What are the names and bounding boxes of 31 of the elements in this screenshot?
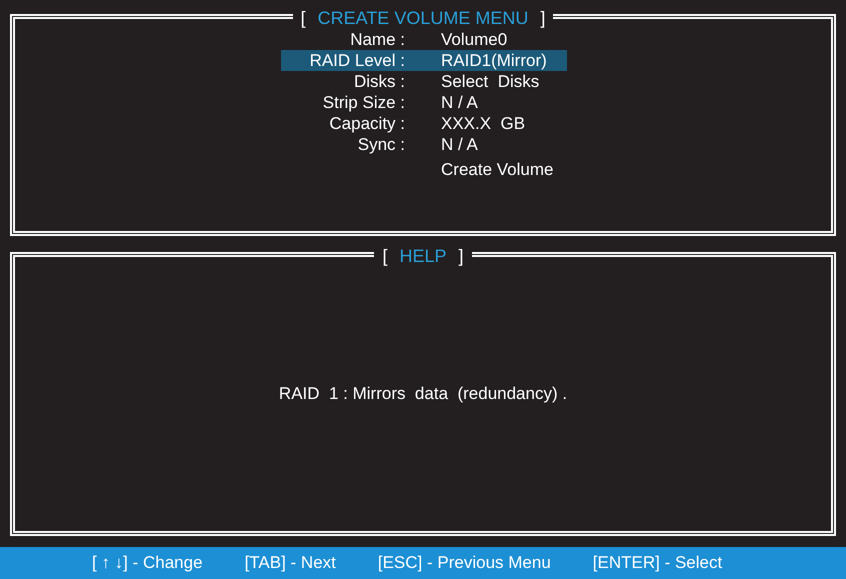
field-value: RAID1(Mirror) [441, 50, 547, 71]
field-value: Select Disks [441, 71, 540, 92]
field-label: Disks : [353, 71, 405, 92]
key-hint: [ ↑ ↓] - Change [92, 552, 203, 574]
field-label: Capacity : [328, 113, 405, 134]
help-text: RAID 1 : Mirrors data (redundancy) . [278, 383, 568, 406]
menu-row[interactable]: Disks : Select Disks [281, 71, 567, 92]
field-value: Create Volume [441, 159, 554, 180]
key-hint: [ENTER] - Select [592, 552, 722, 574]
bracket: [ [382, 245, 388, 267]
field-label: Strip Size : [322, 92, 405, 113]
bracket: [ [300, 7, 306, 29]
title-text: CREATE VOLUME MENU [318, 7, 528, 29]
menu-row[interactable]: Name : Volume0 [281, 29, 567, 50]
field-label: Sync : [356, 134, 405, 155]
title-text: HELP [399, 245, 447, 267]
menu-row[interactable]: Sync : N / A [281, 134, 567, 155]
field-value: N / A [441, 134, 478, 155]
key-hint: [TAB] - Next [244, 552, 336, 574]
key-hint: [ESC] - Previous Menu [378, 552, 551, 574]
menu-row[interactable]: Capacity : XXX.X GB [281, 113, 567, 134]
field-value: Volume0 [441, 29, 508, 50]
field-label: Name : [349, 29, 405, 50]
field-value: XXX.X GB [441, 113, 526, 134]
menu-row[interactable]: Create Volume [281, 159, 567, 180]
bracket: ] [540, 7, 546, 29]
bracket: ] [458, 245, 464, 267]
field-label: RAID Level : [308, 50, 405, 71]
field-value: N / A [441, 92, 478, 113]
menu-row[interactable]: RAID Level : RAID1(Mirror) [281, 50, 567, 71]
menu-row[interactable]: Strip Size : N / A [281, 92, 567, 113]
